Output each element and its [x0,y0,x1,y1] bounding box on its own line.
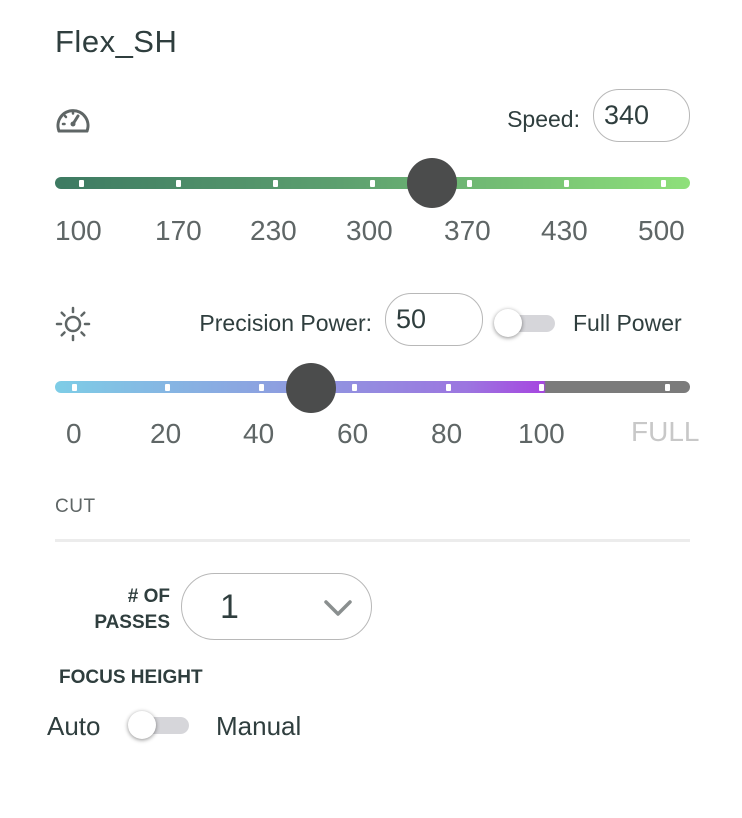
power-input[interactable]: 50 [385,293,483,346]
focus-height-toggle-knob[interactable] [128,711,156,739]
cut-section-label: CUT [55,496,96,517]
slider-tick [72,383,77,391]
speed-tick-label: 500 [638,215,685,246]
speed-tick-label: 370 [444,215,491,246]
slider-tick [259,383,264,391]
power-tick-label: 20 [150,418,182,449]
power-tick-label: 60 [337,418,369,449]
slider-tick [661,179,666,187]
speed-label: Speed: [507,106,580,132]
chevron-down-icon [324,600,352,616]
speed-tick-label: 100 [55,215,102,246]
power-tick-label: 80 [431,418,463,449]
speed-input[interactable]: 340 [593,89,690,142]
speed-slider-track[interactable] [55,177,690,189]
gauge-icon [56,109,90,133]
material-title: Flex_SH [55,24,178,59]
power-tick-label: 100 [518,418,565,449]
speed-tick-label: 170 [155,215,202,246]
section-divider [55,539,690,542]
power-value: 50 [396,304,427,334]
slider-tick [665,383,670,391]
slider-tick [370,179,375,187]
full-power-toggle-knob[interactable] [494,309,522,337]
slider-tick [165,383,170,391]
slider-tick [352,383,357,391]
power-slider-handle[interactable] [286,363,336,413]
passes-label-line: PASSES [94,612,170,633]
slider-tick [564,179,569,187]
power-slider-track[interactable] [55,381,690,393]
focus-manual-label: Manual [216,711,302,741]
power-tick-label-full: FULL [631,416,700,447]
slider-tick [176,179,181,187]
focus-auto-label: Auto [47,711,101,741]
passes-value: 1 [220,588,239,626]
power-tick-label: 0 [66,418,82,449]
speed-value: 340 [604,100,650,130]
slider-tick [79,179,84,187]
focus-height-label: FOCUS HEIGHT [59,667,203,688]
sun-icon [55,306,91,342]
speed-tick-label: 430 [541,215,588,246]
precision-power-label: Precision Power: [199,310,372,336]
full-power-label: Full Power [573,310,682,336]
speed-slider-handle[interactable] [407,158,457,208]
passes-label: # OF PASSES [94,584,170,636]
slider-tick [446,383,451,391]
slider-tick [467,179,472,187]
passes-label-line: # OF [127,586,170,607]
power-tick-label: 40 [243,418,275,449]
passes-select[interactable]: 1 [181,573,372,640]
speed-tick-label: 230 [250,215,297,246]
slider-tick [273,179,278,187]
speed-tick-label: 300 [346,215,393,246]
slider-tick [539,383,544,391]
